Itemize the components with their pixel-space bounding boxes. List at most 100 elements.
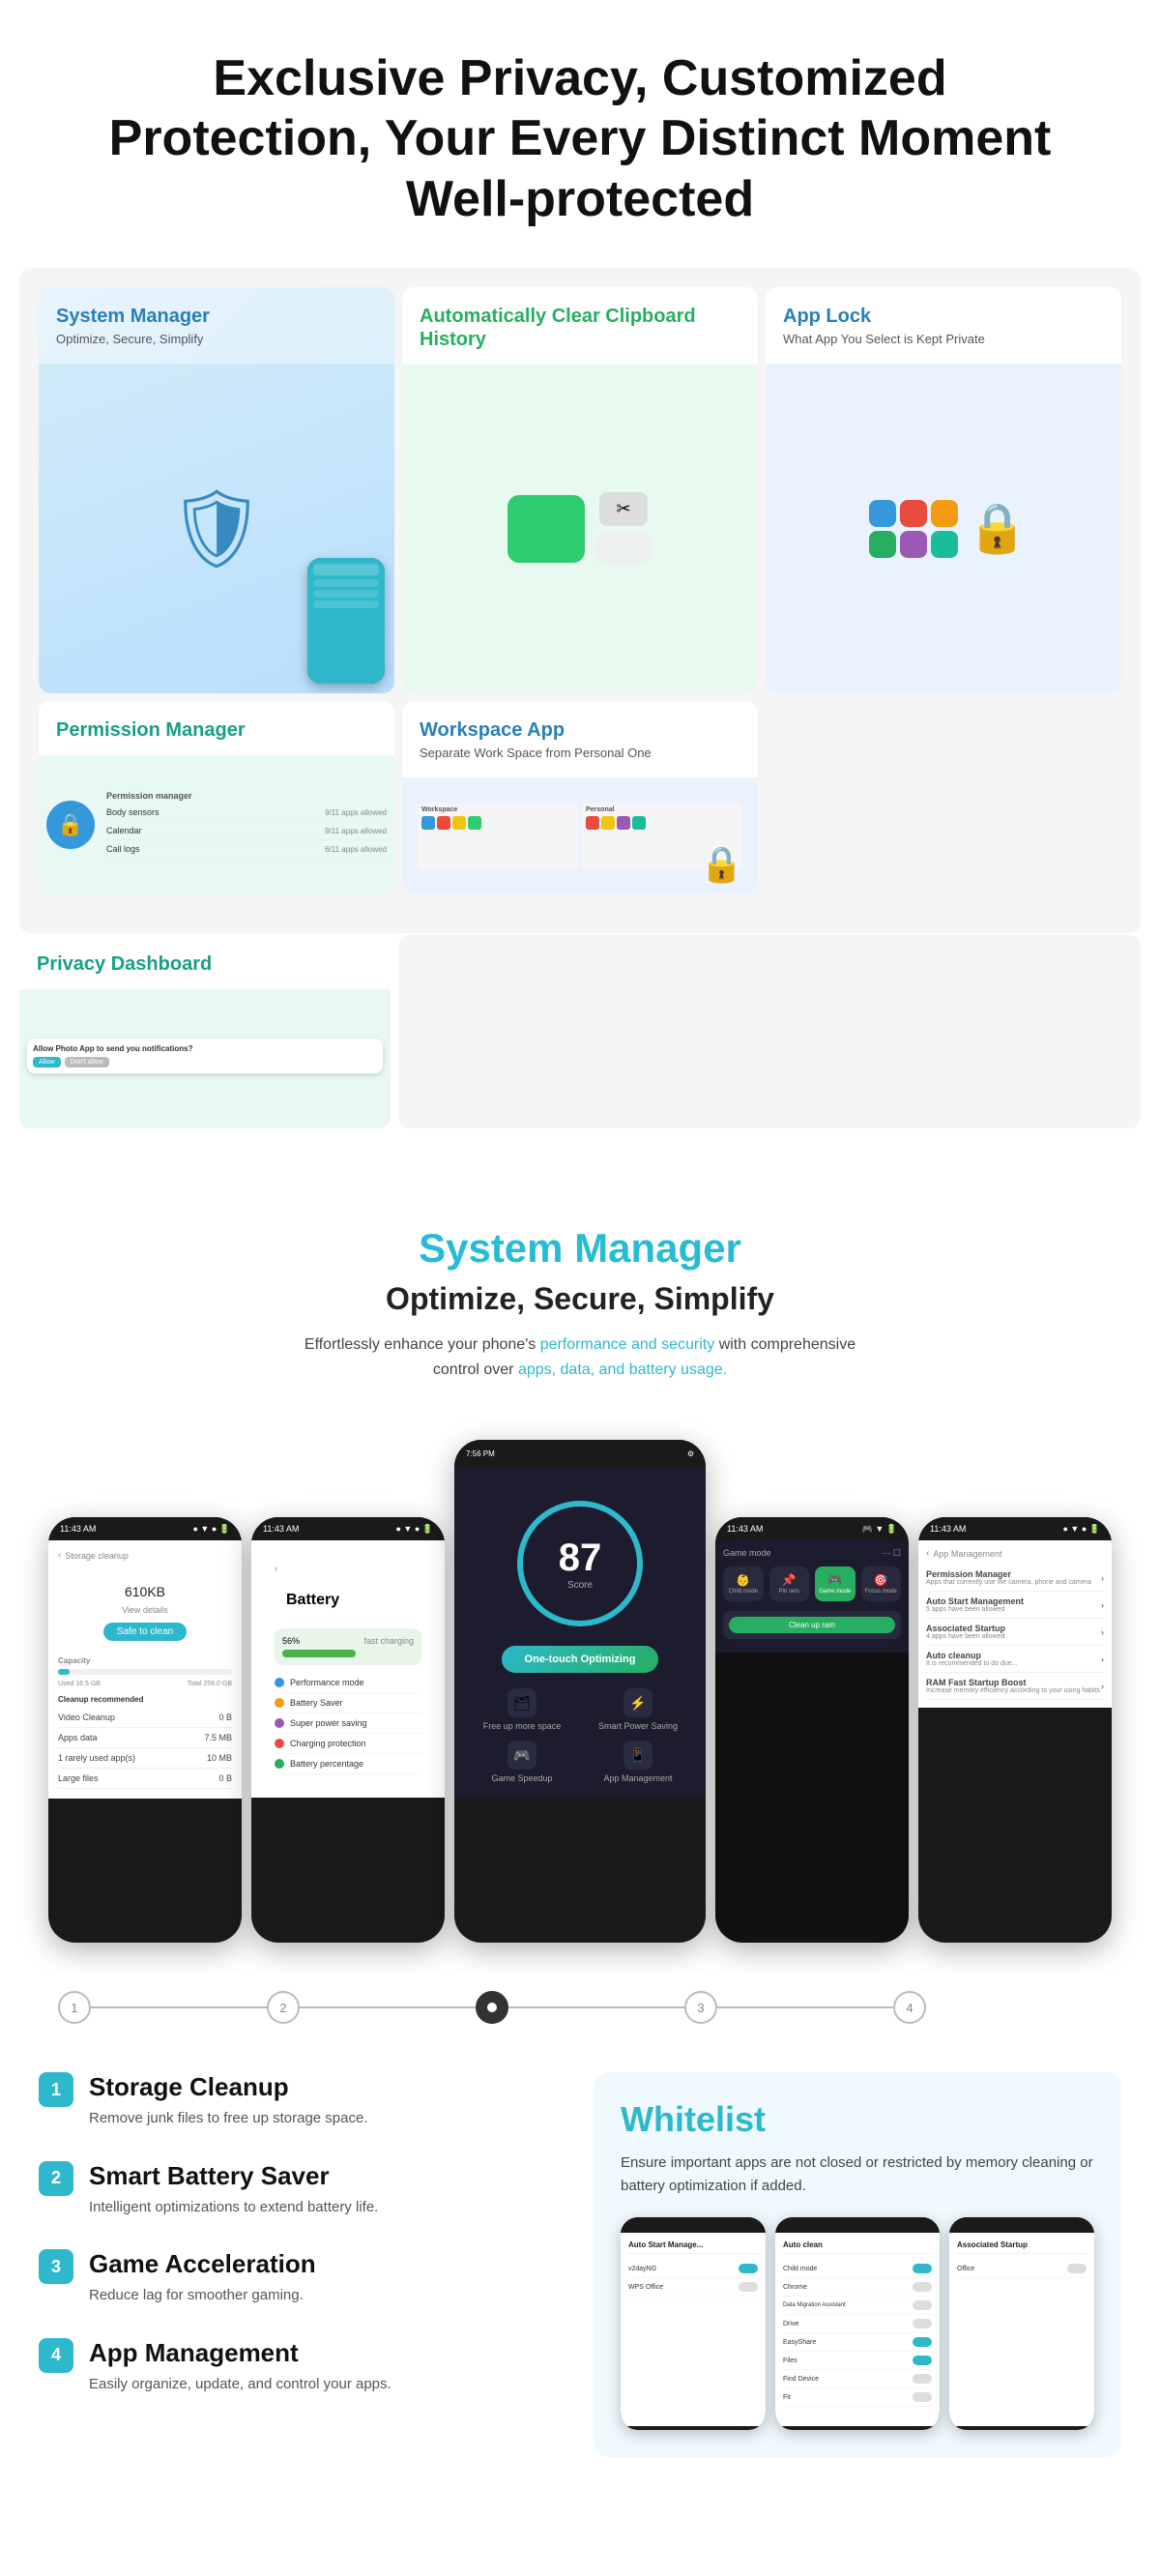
game-label: Game Speedup: [491, 1773, 552, 1783]
appmgmt-title: App Management: [933, 1549, 1001, 1559]
feature-text-2: Smart Battery Saver Intelligent optimiza…: [89, 2161, 378, 2219]
score-grid-app: 📱 App Management: [585, 1741, 691, 1783]
phone-appmanagement: 11:43 AM ● ▼ ● 🔋 ‹ App Management Permis…: [918, 1517, 1112, 1943]
battery-item-saver: Battery Saver: [275, 1693, 421, 1713]
battery-charging: fast charging: [363, 1636, 414, 1646]
card-permission-title: Permission Manager: [56, 718, 377, 742]
dot-btn-3[interactable]: 3: [684, 1991, 717, 2024]
feature-num-2: 2: [51, 2168, 61, 2188]
score-grid: 🗂 Free up more space ⚡ Smart Power Savin…: [469, 1688, 691, 1783]
storage-item-apps: Apps data7.5 MB: [58, 1728, 232, 1748]
storage-title: Storage cleanup: [65, 1551, 129, 1561]
whitelist-desc: Ensure important apps are not closed or …: [621, 2152, 1094, 2198]
clipboard-green-card: [508, 495, 585, 563]
feature-desc-4: Easily organize, update, and control you…: [89, 2374, 392, 2396]
card-system-manager-title: System Manager: [56, 305, 377, 328]
score-label: Score: [567, 1580, 593, 1591]
desc-text-1: Effortlessly enhance your phone's: [304, 1336, 536, 1353]
whitelist-phones: Auto Start Manage... v2dayNG WPS Office …: [621, 2217, 1094, 2430]
feature-title-2: Smart Battery Saver: [89, 2161, 378, 2191]
battery-bar: 56% fast charging: [275, 1628, 421, 1665]
feature-desc-3: Reduce lag for smoother gaming.: [89, 2285, 316, 2307]
storage-clean-btn[interactable]: Safe to clean: [103, 1623, 187, 1641]
dot-btn-1[interactable]: 1: [58, 1991, 91, 2024]
feature-badge-1: 1: [39, 2072, 73, 2107]
score-screen: 87 Score One-touch Optimizing 🗂 Free up …: [454, 1467, 706, 1798]
feature-item-2: 2 Smart Battery Saver Intelligent optimi…: [39, 2161, 565, 2219]
dot-btn-active[interactable]: [476, 1991, 508, 2024]
appmgmt-item-permission: Permission Manager Apps that currently u…: [926, 1565, 1104, 1592]
gamemode-status-bar: 11:43 AM 🎮 ▼ 🔋: [715, 1517, 909, 1540]
battery-pct-inner: [282, 1650, 356, 1657]
dot-3: 3: [684, 1991, 893, 2024]
feature-grid: System Manager Optimize, Secure, Simplif…: [19, 268, 1141, 933]
feature-badge-2: 2: [39, 2161, 73, 2196]
scissors-icon: ✂: [599, 492, 648, 526]
app-management-icon: 📱: [624, 1741, 652, 1770]
line-active: [508, 2006, 684, 2008]
card-workspace-subtitle: Separate Work Space from Personal One: [420, 746, 740, 760]
whitelist-item-finddevice: Find Device: [783, 2370, 932, 2388]
feature-num-3: 3: [51, 2257, 61, 2277]
optimize-button[interactable]: One-touch Optimizing: [502, 1646, 659, 1673]
free-space-icon: 🗂: [508, 1688, 536, 1717]
score-grid-power: ⚡ Smart Power Saving: [585, 1688, 691, 1731]
battery-item-charging: Charging protection: [275, 1734, 421, 1754]
whitelist-panel: Whitelist Ensure important apps are not …: [594, 2072, 1121, 2457]
card-clipboard-title: Automatically Clear Clipboard History: [420, 305, 740, 351]
battery-pct: 56%: [282, 1636, 300, 1646]
storage-item-rarely: 1 rarely used app(s)10 MB: [58, 1748, 232, 1769]
perm-item-calllogs: Call logs 6/11 apps allowed: [106, 840, 387, 859]
power-label: Smart Power Saving: [598, 1721, 678, 1731]
appmgmt-item-ram: RAM Fast Startup Boost Increase memory e…: [926, 1673, 1104, 1700]
whitelist-item-easyshare: EasyShare: [783, 2333, 932, 2352]
score-grid-free-space: 🗂 Free up more space: [469, 1688, 575, 1731]
card-workspace-title: Workspace App: [420, 718, 740, 742]
capacity-label: Capacity: [58, 1656, 232, 1665]
dot-4: 4: [893, 1991, 1102, 2024]
storage-big-num: 610KB: [58, 1565, 232, 1605]
progress-dots: 1 2 3 4: [0, 1972, 1160, 2043]
battery-title: Battery: [275, 1580, 421, 1621]
privacy-notification: Allow Photo App to send you notification…: [27, 1039, 383, 1073]
whitelist-phone-2: Auto clean Child mode Chrome Data Migrat…: [775, 2217, 940, 2430]
lock-icon: 🔒: [968, 500, 1028, 557]
whitelist-phone2-bar: [775, 2217, 940, 2233]
card-workspace: Workspace App Separate Work Space from P…: [402, 701, 758, 894]
whitelist-title: Whitelist: [621, 2099, 1094, 2140]
dot-filled-inner: [487, 2003, 497, 2012]
whitelist-phone3-header: Associated Startup: [957, 2240, 1087, 2254]
dot-active: [476, 1991, 684, 2024]
shield-icon: 🛡: [167, 483, 266, 574]
feature-badge-3: 3: [39, 2249, 73, 2284]
score-number: 87: [559, 1537, 602, 1580]
feature-num-1: 1: [51, 2080, 61, 2100]
dot-btn-4[interactable]: 4: [893, 1991, 926, 2024]
dot-2: 2: [267, 1991, 476, 2024]
dot-btn-2[interactable]: 2: [267, 1991, 300, 2024]
system-manager-subheading: Optimize, Secure, Simplify: [77, 1281, 1083, 1317]
battery-item-super: Super power saving: [275, 1713, 421, 1734]
highlight-apps: apps, data, and battery usage.: [518, 1361, 727, 1378]
dot-label-2: 2: [279, 2001, 286, 2015]
whitelist-phone1-item1: v2dayNG: [628, 2260, 758, 2278]
phone-gamemode: 11:43 AM 🎮 ▼ 🔋 Game mode ⋯ ☐ 👶 Child mod…: [715, 1517, 909, 1943]
gamemode-screen: Game mode ⋯ ☐ 👶 Child mode 📌 Pin sets 🎮 …: [715, 1540, 909, 1653]
hero-section: Exclusive Privacy, Customized Protection…: [0, 0, 1160, 258]
feature-desc-2: Intelligent optimizations to extend batt…: [89, 2197, 378, 2219]
phone-score: 7:56 PM ⚙ 87 Score One-touch Optimizing …: [454, 1440, 706, 1943]
card-permission: Permission Manager 🔒 Permission manager …: [39, 701, 394, 894]
storage-status-bar: 11:43 AM ● ▼ ● 🔋: [48, 1517, 242, 1540]
appmgmt-item-associated: Associated Startup 4 apps have been allo…: [926, 1619, 1104, 1646]
feature-desc-1: Remove junk files to free up storage spa…: [89, 2108, 368, 2130]
dot-label-1: 1: [71, 2001, 77, 2015]
whitelist-phone3-bar: [949, 2217, 1094, 2233]
feature-badge-4: 4: [39, 2338, 73, 2373]
feature-item-4: 4 App Management Easily organize, update…: [39, 2338, 565, 2396]
battery-item-pct: Battery percentage: [275, 1754, 421, 1774]
feature-item-1: 1 Storage Cleanup Remove junk files to f…: [39, 2072, 565, 2130]
whitelist-item-drive: Drive: [783, 2315, 932, 2333]
storage-screen: ‹ Storage cleanup 610KB View details Saf…: [48, 1540, 242, 1799]
score-status-bar: 7:56 PM ⚙: [454, 1440, 706, 1467]
storage-item-large: Large files0 B: [58, 1769, 232, 1789]
